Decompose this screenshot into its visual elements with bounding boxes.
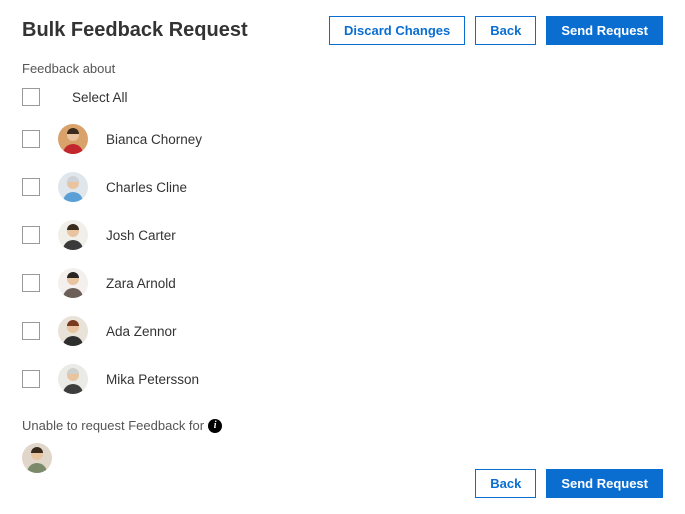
person-name: Josh Carter [106,228,176,243]
select-all-row: Select All [22,88,663,106]
person-name: Charles Cline [106,180,187,195]
person-checkbox[interactable] [22,370,40,388]
list-item: Charles Cline [22,172,663,202]
list-item: Bianca Chorney [22,124,663,154]
unable-label-text: Unable to request Feedback for [22,418,204,433]
person-checkbox[interactable] [22,226,40,244]
header-button-group: Discard Changes Back Send Request [329,16,663,45]
feedback-about-label: Feedback about [22,61,663,76]
page-title: Bulk Feedback Request [22,19,248,42]
person-checkbox[interactable] [22,274,40,292]
person-checkbox[interactable] [22,130,40,148]
info-icon[interactable]: i [208,419,222,433]
person-name: Ada Zennor [106,324,177,339]
back-button-bottom[interactable]: Back [475,469,536,498]
avatar [58,268,88,298]
select-all-checkbox[interactable] [22,88,40,106]
avatar [58,364,88,394]
person-checkbox[interactable] [22,178,40,196]
select-all-label: Select All [72,90,128,105]
back-button-top[interactable]: Back [475,16,536,45]
avatar [58,220,88,250]
people-list: Select All Bianca Chorney Charles Cline … [22,88,663,394]
send-request-button-bottom[interactable]: Send Request [546,469,663,498]
discard-changes-button[interactable]: Discard Changes [329,16,465,45]
avatar [58,124,88,154]
person-name: Mika Petersson [106,372,199,387]
footer-button-group: Back Send Request [475,469,663,498]
unable-avatar [22,443,52,473]
send-request-button-top[interactable]: Send Request [546,16,663,45]
avatar [58,172,88,202]
list-item: Zara Arnold [22,268,663,298]
person-checkbox[interactable] [22,322,40,340]
avatar [58,316,88,346]
unable-label-row: Unable to request Feedback for i [22,418,663,433]
person-name: Bianca Chorney [106,132,202,147]
list-item: Josh Carter [22,220,663,250]
list-item: Ada Zennor [22,316,663,346]
list-item: Mika Petersson [22,364,663,394]
person-name: Zara Arnold [106,276,176,291]
